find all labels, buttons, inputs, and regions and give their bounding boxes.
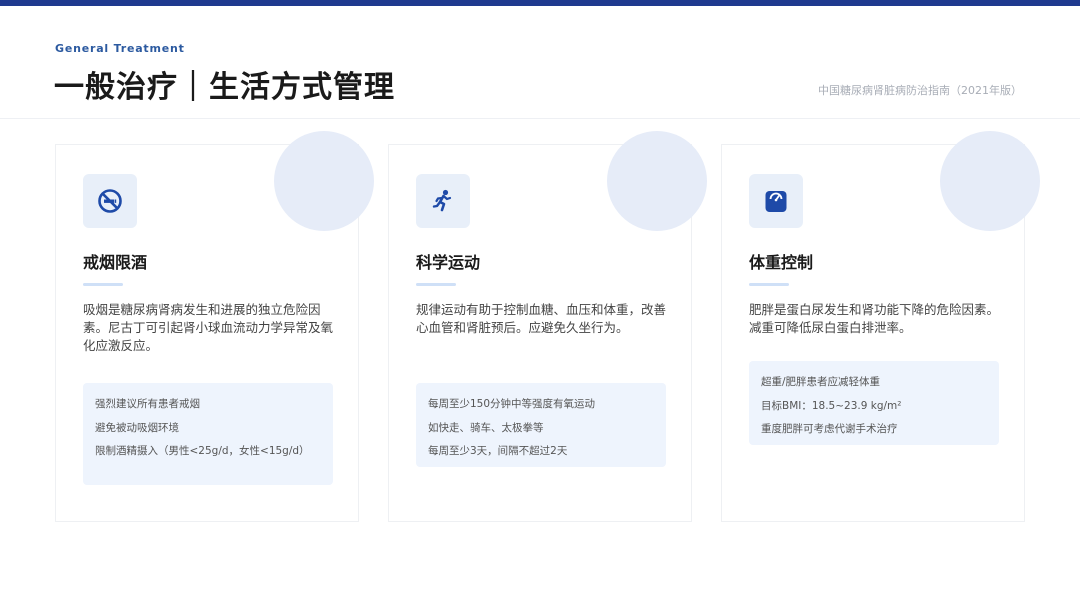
page-header: General Treatment 一般治疗｜生活方式管理 中国糖尿病肾脏病防治… [0,6,1080,119]
decorative-circle [274,131,374,231]
recommendation-item: 避免被动吸烟环境 [95,421,179,434]
title-underline [416,283,456,286]
recommendation-item: 强烈建议所有患者戒烟 [95,398,200,410]
icon-badge [83,174,137,228]
icon-badge [749,174,803,228]
card-description: 规律运动有助于控制血糖、血压和体重，改善心血管和肾脏预后。应避免久坐行为。 [416,302,667,335]
page-title: 一般治疗｜生活方式管理 [54,70,395,105]
card-title: 体重控制 [749,253,814,272]
recommendation-item: 重度肥胖可考虑代谢手术治疗 [761,423,898,435]
recommendation-item: 限制酒精摄入（男性<25g/d，女性<15g/d） [95,445,310,457]
card-description: 肥胖是蛋白尿发生和肾功能下降的危险因素。减重可降低尿白蛋白排泄率。 [749,302,1000,335]
card-exercise: 科学运动 规律运动有助于控制血糖、血压和体重，改善心血管和肾脏预后。应避免久坐行… [388,131,707,522]
recommendation-item: 如快走、骑车、太极拳等 [428,421,544,434]
card-description: 吸烟是糖尿病肾病发生和进展的独立危险因素。尼古丁可引起肾小球血流动力学异常及氧化… [83,302,334,353]
running-icon [432,189,452,212]
no-smoking-icon [98,189,122,213]
card-title: 戒烟限酒 [83,253,148,272]
recommendation-box: 强烈建议所有患者戒烟 避免被动吸烟环境 限制酒精摄入（男性<25g/d，女性<1… [83,383,333,485]
decorative-circle [940,131,1040,231]
icon-badge [416,174,470,228]
card-smoking-alcohol: 戒烟限酒 吸烟是糖尿病肾病发生和进展的独立危险因素。尼古丁可引起肾小球血流动力学… [55,131,374,522]
weight-scale-icon [765,191,787,212]
title-underline [83,283,123,286]
card-title: 科学运动 [416,253,481,272]
title-underline [749,283,789,286]
recommendation-item: 每周至少150分钟中等强度有氧运动 [428,398,596,410]
decorative-circle [607,131,707,231]
recommendation-item: 每周至少3天，间隔不超过2天 [428,445,568,457]
recommendation-item: 目标BMI：18.5~23.9 kg/m² [761,399,902,412]
recommendation-box: 每周至少150分钟中等强度有氧运动 如快走、骑车、太极拳等 每周至少3天，间隔不… [416,383,666,467]
source-citation: 中国糖尿病肾脏病防治指南（2021年版） [818,84,1022,97]
recommendation-box: 超重/肥胖患者应减轻体重 目标BMI：18.5~23.9 kg/m² 重度肥胖可… [749,361,999,445]
recommendation-item: 超重/肥胖患者应减轻体重 [761,376,881,388]
section-eyebrow: General Treatment [55,42,185,55]
card-weight-control: 体重控制 肥胖是蛋白尿发生和肾功能下降的危险因素。减重可降低尿白蛋白排泄率。 超… [721,131,1040,522]
